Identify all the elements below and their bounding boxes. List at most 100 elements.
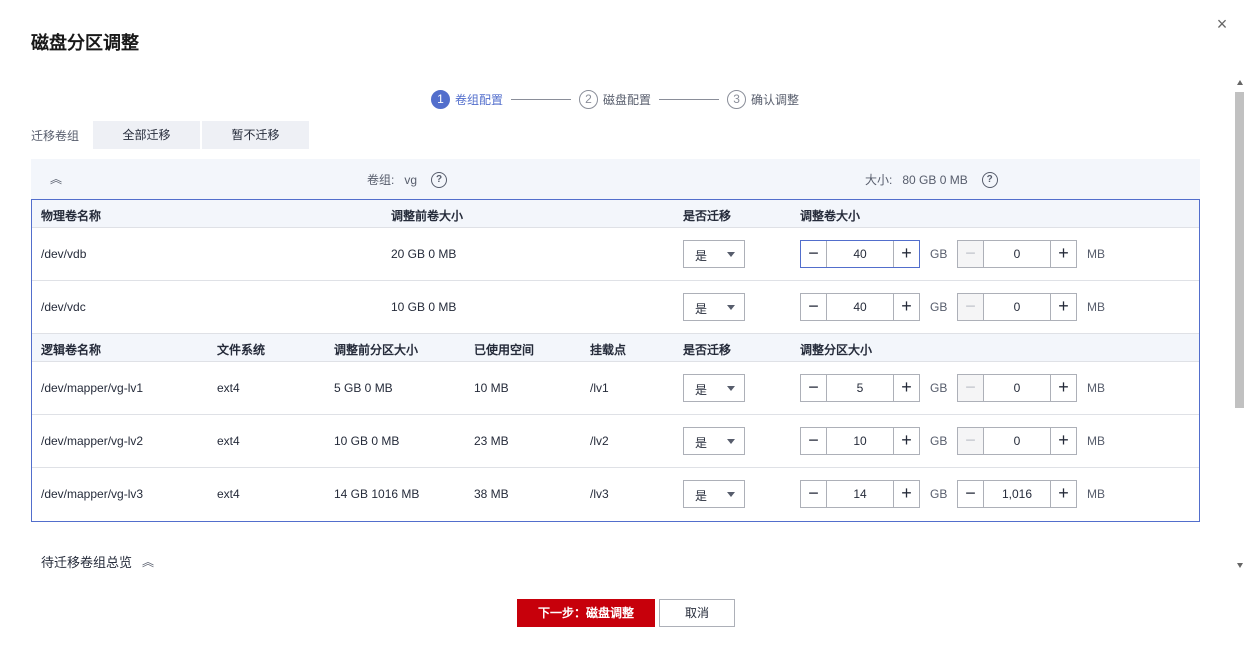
lv-before-size: 10 GB 0 MB	[334, 434, 400, 448]
vg-name-info: 卷组: vg ?	[367, 171, 448, 188]
migrate-select[interactable]: 是	[683, 240, 745, 268]
mb-input[interactable]: 0	[984, 375, 1050, 401]
mb-input[interactable]: 0	[984, 428, 1050, 454]
col-pv-migrate: 是否迁移	[683, 209, 732, 223]
chevron-down-icon	[727, 305, 735, 310]
help-icon[interactable]: ?	[981, 171, 998, 188]
mb-stepper[interactable]: − 0 +	[957, 427, 1077, 455]
help-icon[interactable]: ?	[431, 171, 448, 188]
migrate-none-button[interactable]: 暂不迁移	[202, 121, 309, 149]
table-row: /dev/mapper/vg-lv2 ext4 10 GB 0 MB 23 MB…	[32, 415, 1199, 468]
step-2: 2 磁盘配置	[579, 89, 652, 109]
mb-input[interactable]: 0	[984, 294, 1050, 320]
mb-input[interactable]: 0	[984, 241, 1050, 267]
minus-button[interactable]: −	[958, 294, 984, 320]
gb-input[interactable]: 10	[827, 428, 893, 454]
minus-button[interactable]: −	[801, 294, 827, 320]
lv-name: /dev/mapper/vg-lv1	[41, 381, 144, 395]
mb-stepper[interactable]: − 0 +	[957, 293, 1077, 321]
select-value: 是	[695, 436, 708, 450]
minus-button[interactable]: −	[801, 428, 827, 454]
unit-mb: MB	[1087, 487, 1105, 501]
col-pv-name: 物理卷名称	[41, 209, 102, 223]
gb-stepper[interactable]: − 14 +	[800, 480, 920, 508]
col-lv-adjust: 调整分区大小	[800, 343, 873, 357]
gb-stepper[interactable]: − 5 +	[800, 374, 920, 402]
minus-button[interactable]: −	[801, 241, 827, 267]
col-pv-adjust: 调整卷大小	[800, 209, 861, 223]
step-indicator: 1 卷组配置 2 磁盘配置 3 确认调整	[431, 88, 799, 110]
plus-button[interactable]: +	[893, 241, 919, 267]
close-icon[interactable]: ×	[1212, 14, 1232, 34]
plus-button[interactable]: +	[1050, 375, 1076, 401]
unit-mb: MB	[1087, 434, 1105, 448]
col-lv-before: 调整前分区大小	[334, 343, 419, 357]
dialog-footer: 下一步：磁盘调整 取消	[517, 599, 735, 627]
mb-stepper[interactable]: − 0 +	[957, 240, 1077, 268]
minus-button[interactable]: −	[801, 375, 827, 401]
migrate-select[interactable]: 是	[683, 374, 745, 402]
pending-summary-toggle[interactable]: 待迁移卷组总览 ︽	[41, 552, 154, 571]
step-3: 3 确认调整	[727, 89, 799, 109]
vg-name-value: vg	[404, 172, 418, 187]
vg-size-label: 大小:	[865, 173, 893, 187]
migrate-all-button[interactable]: 全部迁移	[93, 121, 200, 149]
select-value: 是	[695, 249, 708, 263]
migrate-select[interactable]: 是	[683, 480, 745, 508]
gb-stepper[interactable]: − 10 +	[800, 427, 920, 455]
gb-input[interactable]: 14	[827, 481, 893, 507]
gb-stepper[interactable]: − 40 +	[800, 240, 920, 268]
chevron-down-icon	[727, 386, 735, 391]
minus-button[interactable]: −	[958, 241, 984, 267]
gb-input[interactable]: 40	[827, 241, 893, 267]
migrate-option-row: 迁移卷组 全部迁移 暂不迁移	[31, 121, 311, 149]
minus-button[interactable]: −	[958, 375, 984, 401]
plus-button[interactable]: +	[1050, 428, 1076, 454]
table-row: /dev/vdc 10 GB 0 MB 是 − 40 + GB − 0 + MB	[32, 281, 1199, 334]
col-pv-before: 调整前卷大小	[391, 209, 464, 223]
scroll-thumb[interactable]	[1235, 92, 1244, 408]
step-number: 1	[431, 89, 450, 109]
plus-button[interactable]: +	[893, 428, 919, 454]
select-value: 是	[695, 489, 708, 503]
collapse-up-icon[interactable]: ︽	[48, 171, 64, 187]
mb-input[interactable]: 1,016	[984, 481, 1050, 507]
plus-button[interactable]: +	[1050, 481, 1076, 507]
scroll-up-arrow-icon[interactable]	[1237, 80, 1243, 85]
table-row: /dev/vdb 20 GB 0 MB 是 − 40 + GB − 0 + MB	[32, 228, 1199, 281]
plus-button[interactable]: +	[893, 375, 919, 401]
lv-table-header: 逻辑卷名称 文件系统 调整前分区大小 已使用空间 挂载点 是否迁移 调整分区大小	[32, 334, 1199, 362]
mb-stepper[interactable]: − 1,016 +	[957, 480, 1077, 508]
unit-gb: GB	[930, 487, 948, 501]
minus-button[interactable]: −	[801, 481, 827, 507]
step-label: 磁盘配置	[603, 92, 652, 107]
unit-gb: GB	[930, 381, 948, 395]
migrate-select[interactable]: 是	[683, 293, 745, 321]
summary-label: 待迁移卷组总览	[41, 555, 133, 570]
col-lv-fs: 文件系统	[217, 343, 266, 357]
next-step-button[interactable]: 下一步：磁盘调整	[517, 599, 655, 627]
plus-button[interactable]: +	[893, 481, 919, 507]
migrate-select[interactable]: 是	[683, 427, 745, 455]
gb-input[interactable]: 5	[827, 375, 893, 401]
plus-button[interactable]: +	[893, 294, 919, 320]
unit-gb: GB	[930, 300, 948, 314]
lv-fs: ext4	[217, 434, 240, 448]
table-row: /dev/mapper/vg-lv3 ext4 14 GB 1016 MB 38…	[32, 468, 1199, 521]
vertical-scrollbar[interactable]	[1233, 78, 1246, 570]
minus-button[interactable]: −	[958, 428, 984, 454]
gb-input[interactable]: 40	[827, 294, 893, 320]
minus-button[interactable]: −	[958, 481, 984, 507]
migrate-label: 迁移卷组	[31, 128, 80, 143]
vg-name-label: 卷组:	[367, 173, 395, 187]
cancel-button[interactable]: 取消	[659, 599, 735, 627]
lv-mount: /lv3	[590, 487, 609, 501]
collapse-up-icon[interactable]: ︽	[142, 553, 154, 570]
mb-stepper[interactable]: − 0 +	[957, 374, 1077, 402]
col-lv-migrate: 是否迁移	[683, 343, 732, 357]
pv-before-size: 10 GB 0 MB	[391, 300, 457, 314]
scroll-down-arrow-icon[interactable]	[1237, 563, 1243, 568]
plus-button[interactable]: +	[1050, 294, 1076, 320]
gb-stepper[interactable]: − 40 +	[800, 293, 920, 321]
plus-button[interactable]: +	[1050, 241, 1076, 267]
